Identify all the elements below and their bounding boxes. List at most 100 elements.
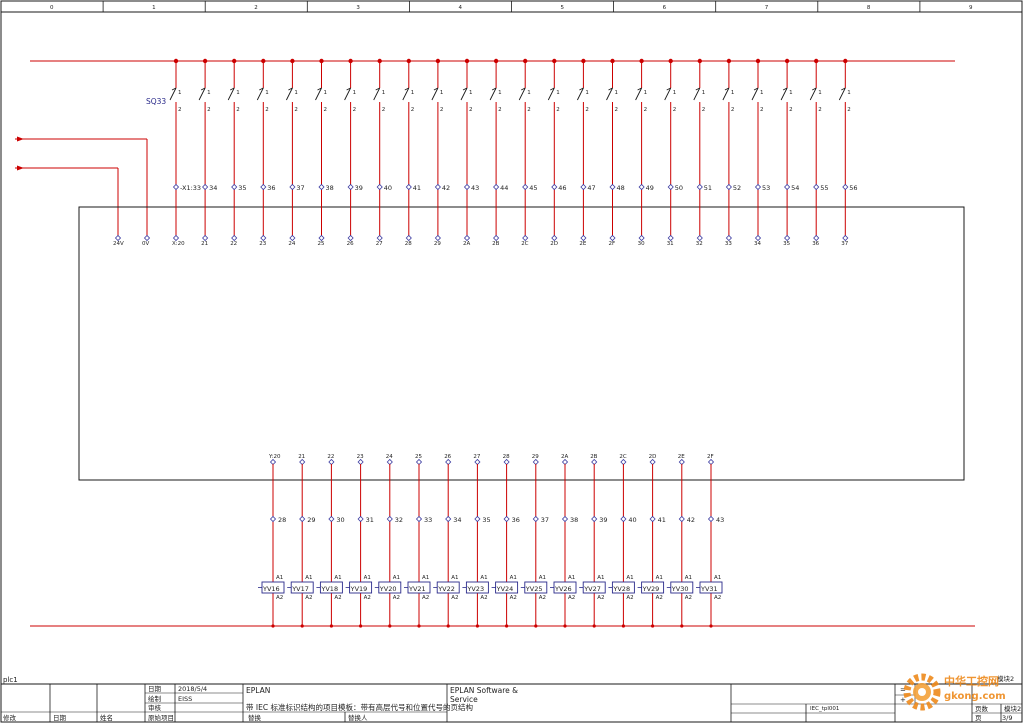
- junction-dot: [784, 58, 790, 64]
- wire-terminal: [415, 515, 423, 523]
- wire-terminal: [551, 183, 558, 191]
- plc-input-label: 2B: [492, 241, 499, 247]
- wire-terminal: [299, 515, 306, 523]
- junction-dot: [755, 58, 761, 64]
- watermark: 中华工控网 gkong.com: [903, 673, 1006, 711]
- contact-number: 1: [644, 90, 648, 96]
- contact-number: 2: [673, 107, 677, 113]
- limit-switch: 1 2 50 31: [664, 58, 683, 247]
- plc-input-label: 21: [201, 241, 208, 247]
- plc-terminal: [813, 234, 820, 242]
- junction-dot: [464, 58, 470, 64]
- wire-terminal: [638, 183, 645, 191]
- contact-number: 1: [818, 90, 822, 96]
- wire-number: 37: [296, 184, 304, 192]
- plc-terminal: [376, 234, 383, 242]
- contact-number: 2: [178, 107, 182, 113]
- plc-terminal: [678, 458, 685, 466]
- contact-number: 2: [324, 107, 328, 113]
- plc-output-label: 25: [415, 454, 422, 460]
- junction-dot: [639, 58, 644, 64]
- valve-pin: A1: [451, 575, 458, 581]
- wire-terminal: [289, 183, 296, 191]
- wire-number: 51: [704, 184, 712, 192]
- valve-pin: A1: [364, 575, 371, 581]
- column-label: 6: [663, 5, 667, 11]
- contact-number: 1: [585, 90, 589, 96]
- plc-terminal: [289, 234, 296, 242]
- junction-dot: [552, 58, 557, 64]
- valve-pin: A2: [597, 595, 604, 601]
- wire-number: 56: [849, 184, 857, 192]
- junction-dot: [388, 624, 392, 628]
- plc-input-label: 32: [696, 241, 703, 247]
- wire-terminal: [522, 183, 529, 191]
- wire-number: 49: [646, 184, 654, 192]
- plc-supply-terminals: 24V 0V: [113, 234, 151, 247]
- valve-tag: YV30: [671, 585, 689, 593]
- plc-input-label: 30: [638, 241, 645, 247]
- plc-input-label: 33: [725, 241, 732, 247]
- valve-tag: YV20: [379, 585, 397, 593]
- plc-input-label: 36: [812, 241, 819, 247]
- plc-output-label: 29: [532, 454, 539, 460]
- plc-terminal: [357, 458, 364, 466]
- contact-number: 1: [731, 90, 735, 96]
- contact-number: 2: [760, 107, 764, 113]
- junction-dot: [581, 58, 586, 64]
- valve-pin: A2: [714, 595, 721, 601]
- wire-terminal: [231, 183, 238, 191]
- wire-terminal: [202, 183, 209, 191]
- junction-dot: [348, 58, 353, 64]
- plc-input-label: 37: [841, 241, 848, 247]
- junction-dot: [534, 624, 538, 628]
- contact-number: 2: [411, 107, 415, 113]
- contact-number: 1: [382, 90, 386, 96]
- wire-terminal: [503, 515, 510, 523]
- plc-terminal: [784, 234, 791, 242]
- contact-number: 1: [498, 90, 502, 96]
- limit-switch: 1 2 49 30: [635, 58, 654, 247]
- wire-number: 43: [471, 184, 479, 192]
- contact-number: 1: [702, 90, 706, 96]
- plc-terminal: [474, 458, 481, 466]
- junction-dot: [697, 58, 702, 64]
- junction-dot: [505, 624, 509, 628]
- valve-tag: YV27: [583, 585, 601, 593]
- wire-number: 45: [529, 184, 537, 192]
- wire-terminal: [667, 183, 674, 191]
- page-row-label: 页: [975, 714, 982, 722]
- supply-label: 24V: [113, 241, 124, 247]
- column-label: 1: [152, 5, 156, 11]
- limit-switch: 1 2 41 28: [402, 58, 421, 247]
- wire-terminal: [445, 515, 452, 523]
- plc-input-label: 2C: [521, 241, 528, 247]
- valve-pin: A2: [276, 595, 283, 601]
- contact-number: 1: [265, 90, 269, 96]
- wire-number: 39: [599, 516, 607, 524]
- valve-pin: A1: [626, 575, 633, 581]
- plc-terminal: [842, 234, 849, 242]
- plc-terminal: [561, 458, 569, 466]
- wire-terminal: [493, 183, 500, 191]
- junction-dot: [319, 58, 324, 64]
- plc-terminal: [503, 458, 510, 466]
- contact-number: 2: [644, 107, 648, 113]
- junction-dot: [261, 58, 266, 64]
- limit-switch: 1 2 56 37: [838, 58, 858, 247]
- junction-dot: [726, 58, 732, 64]
- wire-number: -X1:33: [180, 184, 201, 192]
- plc-input-label: 35: [783, 241, 790, 247]
- valve-pin: A2: [510, 595, 517, 601]
- limit-switch: 1 2 40 27: [373, 58, 392, 247]
- valve-pin: A1: [685, 575, 692, 581]
- valve-pin: A1: [393, 575, 400, 581]
- plc-terminal: [386, 458, 393, 466]
- plc-terminal: [299, 458, 306, 466]
- wire-number: 52: [733, 184, 741, 192]
- contact-number: 2: [469, 107, 473, 113]
- wire-terminal: [813, 183, 820, 191]
- wire-terminal: [842, 183, 849, 191]
- plc-terminal: [493, 234, 500, 242]
- valve-tag: YV23: [466, 585, 484, 593]
